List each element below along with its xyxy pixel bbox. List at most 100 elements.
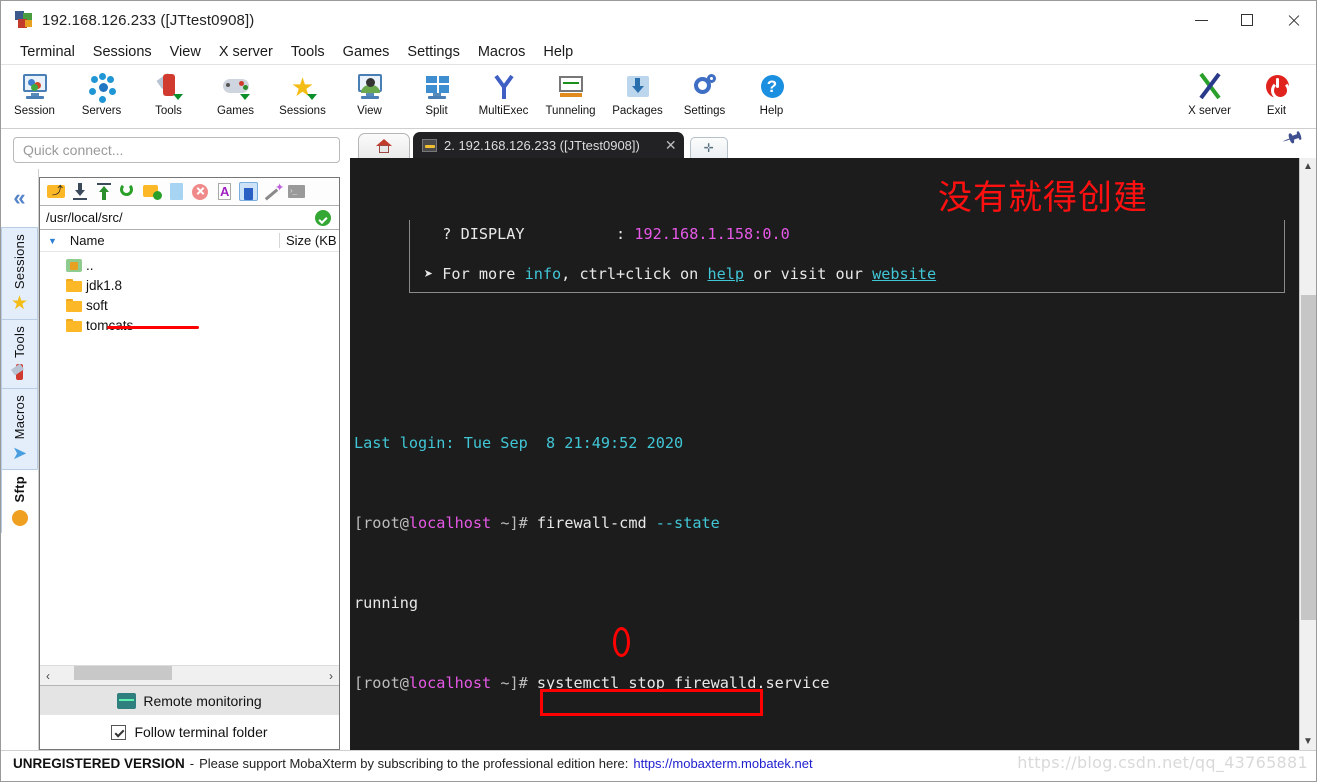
bottom-strip bbox=[1, 775, 1316, 781]
toolbar-sessions-button[interactable]: ★ Sessions bbox=[269, 68, 336, 117]
toolbar-view-button[interactable]: View bbox=[336, 68, 403, 117]
home-icon bbox=[376, 138, 392, 154]
toolbar-sessions-label: Sessions bbox=[279, 105, 326, 117]
chevron-down-icon[interactable]: ▼ bbox=[1300, 733, 1317, 750]
new-file-icon[interactable] bbox=[167, 182, 186, 201]
tunneling-icon bbox=[556, 72, 586, 102]
new-tab-button[interactable]: ✛ bbox=[689, 137, 728, 158]
toolbar-session-button[interactable]: Session bbox=[1, 68, 68, 117]
toolbar-games-button[interactable]: Games bbox=[202, 68, 269, 117]
toolbar-x-server-button[interactable]: X server bbox=[1176, 68, 1243, 117]
status-message: Please support MobaXterm by subscribing … bbox=[199, 755, 629, 771]
binary-mode-icon[interactable] bbox=[239, 182, 258, 201]
terminal-command: firewall-cmd bbox=[536, 514, 656, 532]
toolbar-tunneling-button[interactable]: Tunneling bbox=[537, 68, 604, 117]
mobaxterm-window: 192.168.126.233 ([JTtest0908]) Terminal … bbox=[0, 0, 1317, 782]
double-chevron-left-icon[interactable]: « bbox=[13, 169, 25, 227]
toolbar-help-button[interactable]: ? Help bbox=[738, 68, 805, 117]
banner-more-info-mid: , ctrl+click on bbox=[561, 265, 708, 283]
globe-icon bbox=[10, 508, 30, 528]
menu-help[interactable]: Help bbox=[534, 42, 582, 62]
list-item[interactable]: soft bbox=[40, 295, 339, 315]
power-exit-icon bbox=[1262, 72, 1292, 102]
chevron-up-icon[interactable]: ▲ bbox=[1300, 158, 1317, 175]
tab-session[interactable]: 2. 192.168.126.233 ([JTtest0908]) ✕ bbox=[413, 132, 684, 158]
refresh-icon[interactable] bbox=[119, 182, 138, 201]
list-item[interactable]: .. bbox=[40, 255, 339, 275]
sidebar-item-sftp[interactable]: Sftp bbox=[1, 469, 38, 533]
toolbar-help-label: Help bbox=[759, 105, 784, 117]
file-list-hscrollbar[interactable]: ‹ › bbox=[40, 665, 339, 685]
file-name: jdk1.8 bbox=[86, 277, 123, 293]
file-list: .. jdk1.8 soft tomcats bbox=[40, 252, 339, 665]
toolbar-tools-button[interactable]: Tools bbox=[135, 68, 202, 117]
sftp-path-value: /usr/local/src/ bbox=[46, 210, 123, 225]
column-header-name[interactable]: ▼ Name bbox=[40, 233, 279, 248]
toolbar-settings-button[interactable]: Settings bbox=[671, 68, 738, 117]
menu-view[interactable]: View bbox=[161, 42, 210, 62]
sidebar-item-sessions[interactable]: Sessions ★ bbox=[1, 227, 38, 320]
menu-settings[interactable]: Settings bbox=[398, 42, 468, 62]
toolbar-games-label: Games bbox=[216, 105, 255, 117]
menu-sessions[interactable]: Sessions bbox=[84, 42, 161, 62]
sidebar-item-macros[interactable]: Macros ➤ bbox=[1, 388, 38, 470]
remote-monitoring-label: Remote monitoring bbox=[143, 692, 262, 709]
sftp-browser: ⤴ A ✦ ›_ /usr/local/src/ ▼ Name Size (KB… bbox=[39, 177, 340, 750]
parent-folder-icon bbox=[66, 258, 82, 272]
key-icon bbox=[422, 138, 437, 152]
banner-website-link[interactable]: website bbox=[872, 265, 936, 283]
status-link[interactable]: https://mobaxterm.mobatek.net bbox=[633, 756, 812, 771]
text-mode-icon[interactable]: A bbox=[215, 182, 234, 201]
toolbar-exit-button[interactable]: Exit bbox=[1243, 68, 1310, 117]
menu-games[interactable]: Games bbox=[334, 42, 399, 62]
maximize-icon[interactable] bbox=[1224, 1, 1270, 39]
delete-icon[interactable] bbox=[191, 182, 210, 201]
tab-home[interactable] bbox=[358, 133, 410, 158]
vscroll-thumb[interactable] bbox=[1300, 295, 1316, 620]
toolbar-split-button[interactable]: Split bbox=[403, 68, 470, 117]
follow-terminal-folder-checkbox[interactable] bbox=[111, 724, 127, 740]
new-folder-icon[interactable] bbox=[143, 182, 162, 201]
annotation-red-ellipse bbox=[613, 627, 630, 657]
permissions-wand-icon[interactable]: ✦ bbox=[263, 182, 284, 201]
paper-plane-icon: ➤ bbox=[11, 443, 28, 464]
hscroll-track[interactable] bbox=[56, 665, 323, 686]
minimize-icon[interactable] bbox=[1178, 1, 1224, 39]
list-item[interactable]: jdk1.8 bbox=[40, 275, 339, 295]
close-icon[interactable] bbox=[1270, 1, 1316, 39]
terminal-vscrollbar[interactable]: ▲ ▼ bbox=[1299, 158, 1316, 750]
vscroll-track[interactable] bbox=[1300, 175, 1317, 733]
prompt-user: root@ bbox=[363, 674, 409, 692]
sidebar-item-tools[interactable]: Tools bbox=[1, 319, 38, 389]
upload-icon[interactable] bbox=[95, 182, 114, 201]
column-header-size[interactable]: Size (KB bbox=[279, 233, 339, 248]
sftp-path-bar[interactable]: /usr/local/src/ bbox=[40, 206, 339, 230]
quick-connect-input[interactable]: Quick connect... bbox=[13, 137, 340, 163]
banner-help-link[interactable]: help bbox=[707, 265, 744, 283]
list-item[interactable]: tomcats bbox=[40, 315, 339, 335]
toolbar-multiexec-label: MultiExec bbox=[478, 105, 529, 117]
hscroll-thumb[interactable] bbox=[74, 665, 172, 680]
download-icon[interactable] bbox=[71, 182, 90, 201]
open-terminal-icon[interactable]: ›_ bbox=[287, 182, 306, 201]
toolbar-multiexec-button[interactable]: MultiExec bbox=[470, 68, 537, 117]
close-icon[interactable]: ✕ bbox=[665, 137, 677, 154]
remote-monitoring-button[interactable]: Remote monitoring bbox=[40, 685, 339, 715]
terminal-output[interactable]: ? DISPLAY : 192.168.1.158:0.0 ➤ For more… bbox=[350, 158, 1299, 750]
go-up-folder-icon[interactable]: ⤴ bbox=[47, 182, 66, 201]
toolbar-packages-button[interactable]: Packages bbox=[604, 68, 671, 117]
scroll-left-arrow-icon[interactable]: ‹ bbox=[40, 669, 56, 683]
left-panel: Quick connect... « Sessions ★ Tools Macr… bbox=[1, 129, 350, 750]
menu-macros[interactable]: Macros bbox=[469, 42, 535, 62]
scroll-right-arrow-icon[interactable]: › bbox=[323, 669, 339, 683]
plus-icon: ✛ bbox=[703, 141, 714, 155]
vertical-tab-rail: « Sessions ★ Tools Macros ➤ Sftp bbox=[1, 169, 39, 750]
toolbar-servers-button[interactable]: Servers bbox=[68, 68, 135, 117]
menu-tools[interactable]: Tools bbox=[282, 42, 334, 62]
menu-x-server[interactable]: X server bbox=[210, 42, 282, 62]
status-bar: UNREGISTERED VERSION - Please support Mo… bbox=[1, 750, 1316, 775]
menu-terminal[interactable]: Terminal bbox=[11, 42, 84, 62]
session-monitor-icon bbox=[20, 72, 50, 102]
follow-terminal-folder-row[interactable]: Follow terminal folder bbox=[40, 715, 339, 749]
green-check-icon bbox=[315, 209, 331, 226]
